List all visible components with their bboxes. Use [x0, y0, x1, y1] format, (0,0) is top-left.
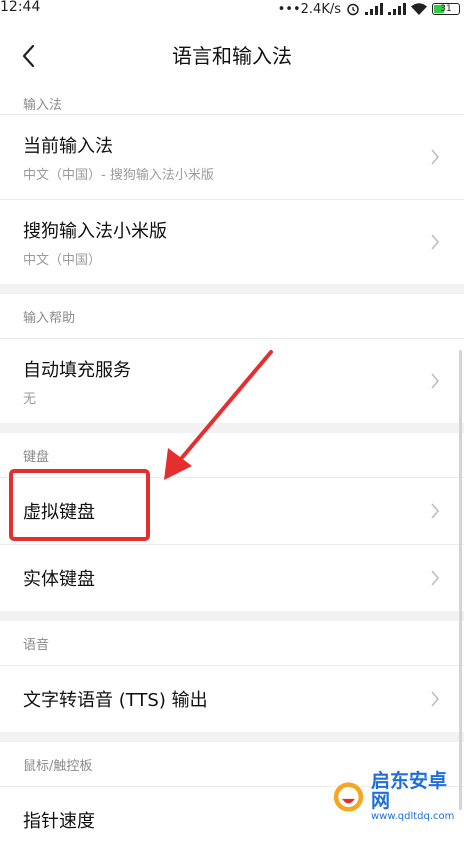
- chevron-right-icon: [431, 691, 440, 707]
- section-header-keyboard: 键盘: [23, 449, 50, 465]
- item-title: 当前输入法: [23, 135, 113, 157]
- status-bar: 12:44 •••2.4K/s 31: [0, 0, 464, 20]
- list-item-physical-keyboard[interactable]: 实体键盘: [0, 544, 464, 611]
- settings-list: 输入法 当前输入法 中文（中国）- 搜狗输入法小米版 搜狗输入法小米版 中文（中…: [0, 92, 464, 853]
- section-divider: [0, 423, 464, 433]
- page-title: 语言和输入法: [172, 44, 292, 68]
- section-header-voice: 语音: [23, 637, 50, 653]
- list-item-tts-output[interactable]: 文字转语音 (TTS) 输出: [0, 665, 464, 732]
- chevron-right-icon: [431, 570, 440, 586]
- signal-icon-2: [388, 3, 406, 15]
- section-divider: [0, 611, 464, 621]
- section-header-mouse-touchpad: 鼠标/触控板: [23, 758, 93, 774]
- item-title: 搜狗输入法小米版: [23, 220, 167, 242]
- item-subtitle: 中文（中国）: [23, 252, 102, 268]
- alarm-icon: [347, 3, 359, 16]
- wifi-icon: [411, 3, 427, 15]
- section-header-input-assist: 输入帮助: [23, 310, 76, 326]
- chevron-right-icon: [431, 149, 440, 165]
- signal-icon: [365, 3, 383, 15]
- status-time: 12:44: [0, 0, 41, 15]
- list-item-sogou-input[interactable]: 搜狗输入法小米版 中文（中国）: [0, 199, 464, 284]
- battery-level: 31: [440, 4, 452, 14]
- chevron-right-icon: [431, 503, 440, 519]
- item-subtitle: 中文（中国）- 搜狗输入法小米版: [23, 167, 214, 183]
- section-divider: [0, 732, 464, 742]
- item-title: 自动填充服务: [23, 359, 131, 381]
- item-title: 实体键盘: [23, 569, 95, 590]
- section-divider: [0, 284, 464, 294]
- list-item-pointer-speed[interactable]: 指针速度: [0, 786, 464, 853]
- battery-icon: 31: [432, 3, 460, 15]
- list-item-current-input-method[interactable]: 当前输入法 中文（中国）- 搜狗输入法小米版: [0, 114, 464, 199]
- section-header-input-method: 输入法: [23, 97, 63, 113]
- network-speed: •••2.4K/s: [277, 1, 341, 17]
- app-header: 语言和输入法: [0, 20, 464, 92]
- chevron-right-icon: [431, 234, 440, 250]
- list-item-autofill-service[interactable]: 自动填充服务 无: [0, 338, 464, 423]
- scrollbar[interactable]: [459, 350, 462, 810]
- item-subtitle: 无: [23, 391, 37, 407]
- list-item-virtual-keyboard[interactable]: 虚拟键盘: [0, 477, 464, 544]
- chevron-right-icon: [431, 373, 440, 389]
- item-title: 文字转语音 (TTS) 输出: [23, 690, 208, 711]
- item-title: 指针速度: [23, 811, 95, 832]
- status-icons: •••2.4K/s 31: [278, 0, 460, 18]
- item-title: 虚拟键盘: [23, 502, 95, 523]
